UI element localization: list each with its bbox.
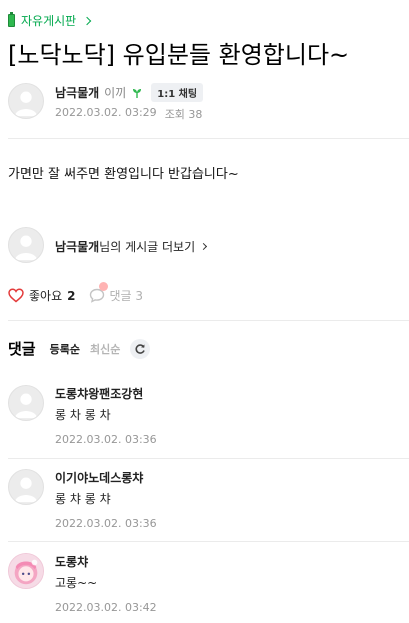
sprout-icon [133,88,142,98]
post-date: 2022.03.02. 03:29 [55,106,157,119]
like-button[interactable]: 좋아요 2 [8,287,75,304]
comment-text: 고롱~~ [55,576,98,590]
comment-date: 2022.03.02. 03:36 [55,433,157,446]
chevron-right-icon [200,242,208,251]
comment-avatar[interactable] [8,385,44,421]
header-divider [8,138,409,139]
heart-icon [8,288,24,303]
comment-author[interactable]: 도롱챠왕팬조강현 [55,385,143,402]
comment-divider [8,458,409,459]
comment-date: 2022.03.02. 03:36 [55,517,157,530]
comment-count-button[interactable]: 댓글 3 [89,282,144,304]
anime-avatar-icon [9,554,43,588]
more-posts-suffix: 님의 게시글 더보기 [99,240,196,254]
like-label: 좋아요 [29,289,63,303]
post-title: [노닥노닥] 유입분들 환영합니다~ [8,41,350,69]
default-avatar-icon [14,477,38,503]
default-avatar-icon [14,235,38,261]
chat-button[interactable]: 1:1 채팅 [151,83,204,102]
author-row: 남극물개 이끼 1:1 채팅 [55,83,204,102]
comments-title: 댓글 [8,340,36,358]
comment-item: 도롱챠 고롱~~ 2022.03.02. 03:42 [0,553,409,623]
comment-count-label: 댓글 3 [109,289,144,303]
comment-author[interactable]: 도롱챠 [55,553,88,570]
more-posts-author: 남극물개 [55,240,100,254]
comments-header: 댓글 등록순 최신순 [8,338,151,359]
comment-item: 도롱챠왕팬조강현 롱 차 롱 차 2022.03.02. 03:36 [0,385,409,463]
battery-icon [8,12,15,27]
author-level: 이끼 [104,86,127,100]
sort-registered[interactable]: 등록순 [50,341,80,357]
comment-avatar[interactable] [8,553,44,589]
default-avatar-icon [14,91,38,117]
comment-item: 이기야노데스롱챠 롱 챠 롱 챠 2022.03.02. 03:36 [0,469,409,547]
refresh-icon [135,343,146,354]
post-views: 조회 38 [164,108,203,121]
more-posts-avatar[interactable] [8,227,44,263]
sort-latest[interactable]: 최신순 [90,341,120,357]
reactions-bar: 좋아요 2 댓글 3 [8,282,144,304]
comment-text: 롱 챠 롱 챠 [55,492,111,506]
board-link[interactable]: 자유게시판 [8,12,92,29]
comment-divider [8,541,409,542]
comment-author[interactable]: 이기야노데스롱챠 [55,469,143,486]
default-avatar-icon [14,393,38,419]
like-count: 2 [67,288,76,303]
comment-date: 2022.03.02. 03:42 [55,601,157,614]
author-avatar[interactable] [8,83,44,119]
post-meta: 2022.03.02. 03:29 조회 38 [55,106,202,122]
reactions-divider [8,320,409,321]
board-label: 자유게시판 [21,14,77,28]
refresh-button[interactable] [130,338,151,359]
more-posts-link[interactable]: 남극물개 님의 게시글 더보기 [55,238,208,255]
chevron-right-icon [82,16,92,25]
author-name[interactable]: 남극물개 [55,84,99,101]
comment-avatar[interactable] [8,469,44,505]
post-body: 가면만 잘 써주면 환영입니다 반갑습니다~ [8,167,239,182]
comment-text: 롱 차 롱 차 [55,408,111,422]
new-comment-badge [99,282,109,291]
